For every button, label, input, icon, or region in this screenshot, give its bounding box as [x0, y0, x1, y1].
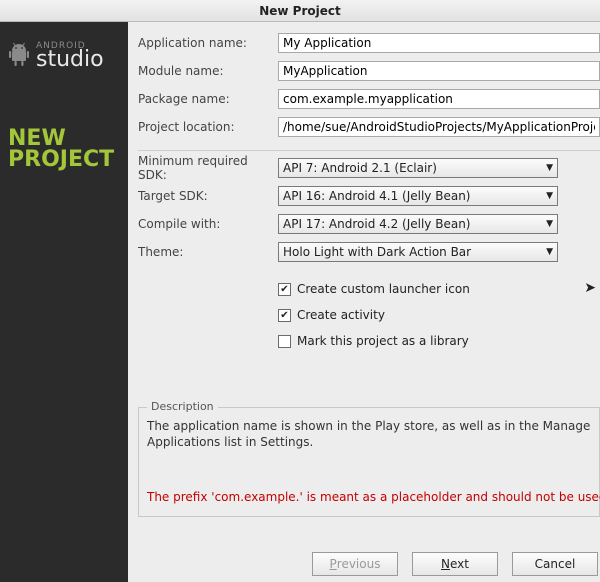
package-name-input[interactable]	[278, 89, 600, 109]
sidebar: ANDROID studio NEW PROJECT	[0, 22, 128, 582]
chk-launcher-label: Create custom launcher icon	[297, 282, 470, 296]
form: Application name: Module name: Package n…	[138, 32, 600, 351]
row-compile-with: Compile with: API 17: Android 4.2 (Jelly…	[138, 213, 600, 235]
row-module-name: Module name:	[138, 60, 600, 82]
window-body: ANDROID studio NEW PROJECT Application n…	[0, 22, 600, 582]
android-studio-logo: ANDROID studio	[8, 42, 120, 71]
compile-with-value: API 17: Android 4.2 (Jelly Bean)	[283, 217, 470, 231]
description-group: Description The application name is show…	[138, 407, 600, 517]
chevron-down-icon: ▼	[546, 163, 553, 173]
project-location-label: Project location:	[138, 120, 278, 134]
package-prefix-warning: The prefix 'com.example.' is meant as a …	[147, 490, 591, 504]
main-panel: Application name: Module name: Package n…	[128, 22, 600, 582]
chk-launcher[interactable]	[278, 283, 291, 296]
next-button[interactable]: Next	[412, 552, 498, 576]
chevron-down-icon: ▼	[546, 247, 553, 257]
chk-library[interactable]	[278, 335, 291, 348]
chk-activity-label: Create activity	[297, 308, 385, 322]
min-sdk-value: API 7: Android 2.1 (Eclair)	[283, 161, 437, 175]
min-sdk-label: Minimum required SDK:	[138, 154, 278, 182]
window-title: New Project	[0, 0, 600, 22]
chk-activity[interactable]	[278, 309, 291, 322]
wizard-window: New Project	[0, 0, 600, 582]
target-sdk-label: Target SDK:	[138, 189, 278, 203]
cancel-button[interactable]: Cancel	[512, 552, 598, 576]
compile-with-label: Compile with:	[138, 217, 278, 231]
min-sdk-select[interactable]: API 7: Android 2.1 (Eclair) ▼	[278, 158, 558, 178]
row-target-sdk: Target SDK: API 16: Android 4.1 (Jelly B…	[138, 185, 600, 207]
target-sdk-value: API 16: Android 4.1 (Jelly Bean)	[283, 189, 470, 203]
step-heading: NEW PROJECT	[8, 129, 120, 171]
row-chk-launcher: Create custom launcher icon	[278, 279, 600, 299]
app-name-label: Application name:	[138, 36, 278, 50]
theme-label: Theme:	[138, 245, 278, 259]
target-sdk-select[interactable]: API 16: Android 4.1 (Jelly Bean) ▼	[278, 186, 558, 206]
previous-button: Previous	[312, 552, 398, 576]
row-chk-library: Mark this project as a library	[278, 331, 600, 351]
row-app-name: Application name:	[138, 32, 600, 54]
row-chk-activity: Create activity	[278, 305, 600, 325]
row-min-sdk: Minimum required SDK: API 7: Android 2.1…	[138, 157, 600, 179]
module-name-label: Module name:	[138, 64, 278, 78]
row-package-name: Package name:	[138, 88, 600, 110]
wizard-buttons: Previous Next Cancel	[312, 552, 600, 576]
app-name-input[interactable]	[278, 33, 600, 53]
row-project-location: Project location:	[138, 116, 600, 138]
studio-wordmark: ANDROID studio	[36, 42, 104, 71]
project-location-input[interactable]	[278, 117, 600, 137]
compile-with-select[interactable]: API 17: Android 4.2 (Jelly Bean) ▼	[278, 214, 558, 234]
package-name-label: Package name:	[138, 92, 278, 106]
row-theme: Theme: Holo Light with Dark Action Bar ▼	[138, 241, 600, 263]
chk-library-label: Mark this project as a library	[297, 334, 469, 348]
description-legend: Description	[147, 400, 218, 413]
description-text: The application name is shown in the Pla…	[147, 418, 591, 450]
android-robot-icon	[8, 42, 30, 71]
chevron-down-icon: ▼	[546, 219, 553, 229]
theme-value: Holo Light with Dark Action Bar	[283, 245, 471, 259]
module-name-input[interactable]	[278, 61, 600, 81]
theme-select[interactable]: Holo Light with Dark Action Bar ▼	[278, 242, 558, 262]
divider	[138, 150, 600, 151]
chevron-down-icon: ▼	[546, 191, 553, 201]
